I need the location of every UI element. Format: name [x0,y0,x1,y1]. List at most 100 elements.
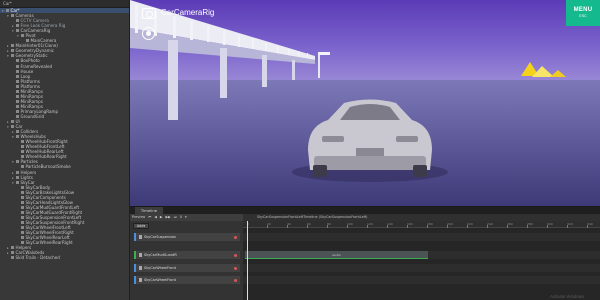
ruler-tick-label: 280 [527,222,533,228]
gameobject-icon [11,49,14,53]
gameobject-icon [16,94,19,98]
ruler-tick-label: 300 [547,222,553,228]
camera-icon[interactable] [142,8,156,19]
track-label: SkyCarWheelFront [144,266,177,270]
ruler-tick-label: 200 [447,222,453,228]
track-header[interactable]: SkyCarSuspension [134,233,240,241]
gameobject-icon [21,220,24,224]
playhead[interactable] [247,221,248,300]
menu-shortcut: ESC [579,14,587,18]
timeline-content[interactable]: SkyCarSuspensionFrontLeftTimeline (SkyCa… [243,214,600,300]
reset-camera-icon[interactable] [142,27,155,40]
timeline-toolbar-control[interactable]: ⏭ [174,215,177,219]
record-icon[interactable] [234,266,237,270]
timeline-toolbar-control[interactable]: ▶▶ [165,215,170,219]
gameobject-icon [16,59,19,63]
gameobject-icon [16,64,19,68]
track-header[interactable]: SkyCarWheelFront [134,264,240,272]
ruler-tick-label: 80 [327,222,331,228]
ruler-tick-label: 100 [347,222,353,228]
track-header[interactable]: SkyCarMudGuardR [134,251,240,259]
track-header[interactable]: SkyCarWheelFront [134,276,240,284]
timeline-toolbar-control[interactable]: Preview [132,215,145,219]
ruler-tick-label: 240 [487,222,493,228]
track-lane[interactable] [243,233,600,241]
hierarchy-panel: Car* ▾ Car* ▾ Cameras CCTV Camera ▸ Free Look … [0,0,130,300]
game-view[interactable]: CarCameraRig MENU ESC [130,0,600,206]
menu-button[interactable]: MENU ESC [566,0,600,26]
hierarchy-item-label: SkyCarWheelRearRight [25,240,73,246]
record-icon[interactable] [234,278,237,282]
gameobject-icon [21,140,24,144]
gameobject-icon [16,99,19,103]
track-label: SkyCarWheelFront [144,278,177,282]
road-sign [318,52,330,55]
ruler-tick-label: 160 [407,222,413,228]
gameobject-icon [6,9,9,12]
gameobject-icon [11,44,14,48]
gameobject-icon [16,109,19,113]
gameobject-icon [21,205,24,209]
gameobject-icon [11,14,14,18]
timeline-ruler[interactable]: 0204060801001201401601802002202402602803… [243,221,600,228]
gameobject-icon [16,135,19,139]
gameobject-icon [21,226,24,230]
timeline-clip[interactable]: Audio [245,251,428,259]
timeline-asset-name: SkyCarSuspensionFrontLeftTimeline (SkyCa… [243,214,600,221]
track-type-icon [139,235,142,239]
gameobject-icon [21,231,24,235]
gameobject-icon [21,165,24,169]
gameobject-icon [21,190,24,194]
gameobject-icon [21,145,24,149]
record-icon[interactable] [234,235,237,239]
ruler-tick-label: 180 [427,222,433,228]
timeline-toolbar-control[interactable]: ▾ [185,215,187,219]
gameobject-icon [16,175,19,179]
menu-label: MENU [573,7,593,13]
track-label: SkyCarSuspension [144,235,177,239]
gameobject-icon [11,251,14,255]
gameobject-icon [16,160,19,164]
gameobject-icon [21,200,24,204]
timeline-toolbar-control[interactable]: 0 [180,215,182,219]
game-scene [130,0,600,206]
ruler-tick-label: 320 [567,222,573,228]
ruler-tick-label: 260 [507,222,513,228]
gameobject-icon [26,39,29,43]
hierarchy-list: ▾ Car* ▾ Cameras CCTV Camera ▸ Free Look Camer… [0,8,129,260]
gameobject-icon [16,79,19,83]
gameobject-icon [16,114,19,118]
timeline-toolbar-control[interactable]: ◀ [154,215,157,219]
timeline-panel: Timeline Preview ⏮ ◀ ▶ ▶▶ ⏭ 0 ▾ Add▾ SkyCarSusp… [130,206,600,300]
gameobject-icon [11,125,14,129]
track-type-icon [139,253,142,257]
gameobject-icon [11,246,14,250]
track-type-icon [139,278,142,282]
ruler-tick-label: 40 [287,222,291,228]
gameobject-icon [21,185,24,189]
track-lane[interactable] [243,264,600,272]
track-lane[interactable] [243,276,600,284]
hierarchy-header: Car* [0,0,129,8]
gameobject-icon [21,236,24,240]
gameobject-icon [21,210,24,214]
gameobject-icon [16,69,19,73]
ruler-tick-label: 340 [587,222,593,228]
add-track-button[interactable]: Add▾ [133,223,149,229]
track-lane[interactable]: Audio [243,251,600,259]
gameobject-icon [11,256,14,260]
gameobject-icon [16,74,19,78]
ruler-tick-label: 20 [267,222,271,228]
record-icon[interactable] [234,253,237,257]
tab-timeline[interactable]: Timeline [135,207,163,214]
gameobject-icon [16,19,19,23]
timeline-toolbar-control[interactable]: ▶ [160,215,163,219]
gameobject-icon [11,54,14,58]
hierarchy-item[interactable]: Skid Trails - Detached [0,255,129,260]
hierarchy-item-label: Skid Trails - Detached [15,255,60,261]
gameobject-icon [16,130,19,134]
ruler-tick-label: 60 [307,222,311,228]
timeline-toolbar-control[interactable]: ⏮ [148,215,151,219]
track-type-icon [139,266,142,270]
gameobject-icon [16,84,19,88]
